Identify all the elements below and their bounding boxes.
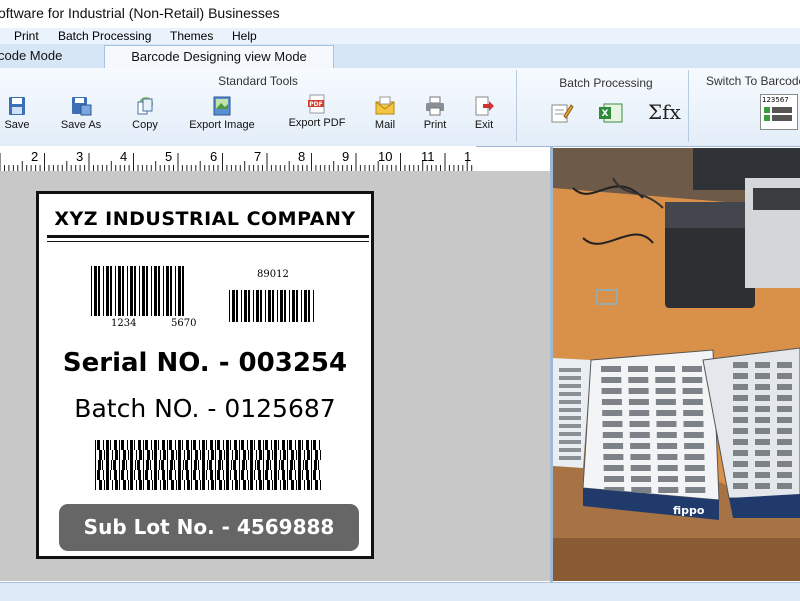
export-image-label: Export Image bbox=[189, 119, 255, 131]
copy-label: Copy bbox=[132, 119, 158, 131]
switch-barcode-button[interactable]: 123567 bbox=[760, 94, 798, 130]
save-icon bbox=[9, 97, 25, 115]
menu-batch-processing[interactable]: Batch Processing bbox=[58, 29, 151, 43]
label-divider-thick bbox=[47, 235, 369, 238]
stacked-barcode[interactable] bbox=[95, 440, 323, 490]
box-brand-text: fippo bbox=[673, 504, 705, 517]
print-label: Print bbox=[423, 119, 447, 131]
horizontal-ruler: 2 3 4 5 6 7 8 9 10 11 1 bbox=[0, 146, 476, 172]
mail-label: Mail bbox=[374, 119, 396, 131]
ruler-number: 6 bbox=[210, 149, 218, 164]
pdf-icon-text: PDF bbox=[309, 101, 322, 108]
barcode-left-number-2: 5670 bbox=[171, 318, 197, 329]
menu-print[interactable]: Print bbox=[14, 29, 39, 43]
title-bar: oftware for Industrial (Non-Retail) Busi… bbox=[0, 0, 800, 28]
batch-processing-title: Batch Processing bbox=[559, 76, 653, 90]
save-as-icon bbox=[72, 97, 92, 116]
mail-icon bbox=[375, 96, 395, 115]
save-as-label: Save As bbox=[60, 119, 102, 131]
linear-barcode-left[interactable] bbox=[91, 266, 187, 316]
menu-help[interactable]: Help bbox=[232, 29, 257, 43]
label-divider-thin bbox=[47, 241, 369, 242]
window-title: oftware for Industrial (Non-Retail) Busi… bbox=[0, 5, 280, 21]
switch-preview-number: 123567 bbox=[762, 96, 789, 104]
ruler-number: 8 bbox=[298, 149, 306, 164]
export-image-icon bbox=[213, 96, 231, 116]
ruler-number: 9 bbox=[342, 149, 350, 164]
sample-photo-printers-labels: fippo bbox=[553, 148, 800, 581]
ruler-number: 3 bbox=[76, 149, 84, 164]
tab-barcode-mode[interactable]: code Mode bbox=[0, 46, 62, 66]
sub-lot-number-text[interactable]: Sub Lot No. - 4569888 bbox=[59, 504, 359, 551]
export-pdf-label: Export PDF bbox=[288, 117, 346, 129]
barcode-right-number: 89012 bbox=[257, 269, 289, 280]
batch-number-text[interactable]: Batch NO. - 0125687 bbox=[39, 394, 371, 423]
exit-button[interactable]: Exit bbox=[468, 96, 500, 140]
ruler-number: 1 bbox=[464, 149, 472, 164]
status-bar bbox=[0, 582, 800, 601]
linear-barcode-right[interactable] bbox=[229, 290, 315, 322]
ruler-number: 11 bbox=[421, 149, 435, 164]
batch-excel-icon[interactable]: X bbox=[598, 102, 624, 124]
save-button[interactable]: Save bbox=[0, 96, 34, 140]
standard-tools-title: Standard Tools bbox=[218, 74, 298, 88]
exit-icon bbox=[475, 96, 494, 116]
company-name-text[interactable]: XYZ INDUSTRIAL COMPANY bbox=[39, 208, 371, 230]
save-as-button[interactable]: Save As bbox=[52, 96, 110, 140]
mail-button[interactable]: Mail bbox=[368, 96, 402, 140]
switch-to-barcode-group: Switch To Barcode 123567 bbox=[696, 70, 800, 142]
ruler-number: 4 bbox=[120, 149, 128, 164]
menu-bar: Print Batch Processing Themes Help bbox=[0, 28, 800, 44]
copy-icon bbox=[137, 97, 153, 115]
save-label: Save bbox=[4, 119, 30, 131]
export-image-button[interactable]: Export Image bbox=[180, 96, 264, 140]
barcode-left-number-1: 1234 bbox=[111, 318, 137, 329]
switch-to-barcode-title: Switch To Barcode bbox=[706, 74, 800, 88]
ruler-number: 5 bbox=[165, 149, 173, 164]
ruler-number: 2 bbox=[31, 149, 39, 164]
export-pdf-button[interactable]: PDF Export PDF bbox=[282, 94, 352, 138]
ruler-number: 10 bbox=[378, 149, 393, 164]
svg-text:X: X bbox=[602, 109, 609, 119]
barcode-preview-icon bbox=[764, 107, 792, 121]
copy-button[interactable]: Copy bbox=[124, 96, 166, 140]
ruler-ticks bbox=[0, 153, 473, 171]
menu-themes[interactable]: Themes bbox=[170, 29, 213, 43]
export-pdf-icon: PDF bbox=[308, 94, 325, 114]
ruler-number: 7 bbox=[254, 149, 262, 164]
serial-number-text[interactable]: Serial NO. - 003254 bbox=[39, 348, 371, 378]
batch-formula-button[interactable]: Σfx bbox=[648, 100, 681, 124]
mode-tabs: code Mode Barcode Designing view Mode bbox=[0, 44, 800, 69]
exit-label: Exit bbox=[474, 119, 494, 131]
print-button[interactable]: Print bbox=[418, 96, 452, 140]
batch-edit-icon[interactable] bbox=[550, 102, 574, 124]
barcode-label[interactable]: XYZ INDUSTRIAL COMPANY 1234 5670 89012 S… bbox=[36, 191, 374, 559]
batch-processing-group: Batch Processing X Σfx bbox=[524, 70, 689, 142]
ribbon-toolbar: Standard Tools Save Save As Copy Export … bbox=[0, 68, 800, 147]
tab-barcode-designing-view[interactable]: Barcode Designing view Mode bbox=[104, 45, 334, 69]
standard-tools-group: Standard Tools Save Save As Copy Export … bbox=[0, 70, 517, 142]
print-icon bbox=[426, 96, 444, 116]
